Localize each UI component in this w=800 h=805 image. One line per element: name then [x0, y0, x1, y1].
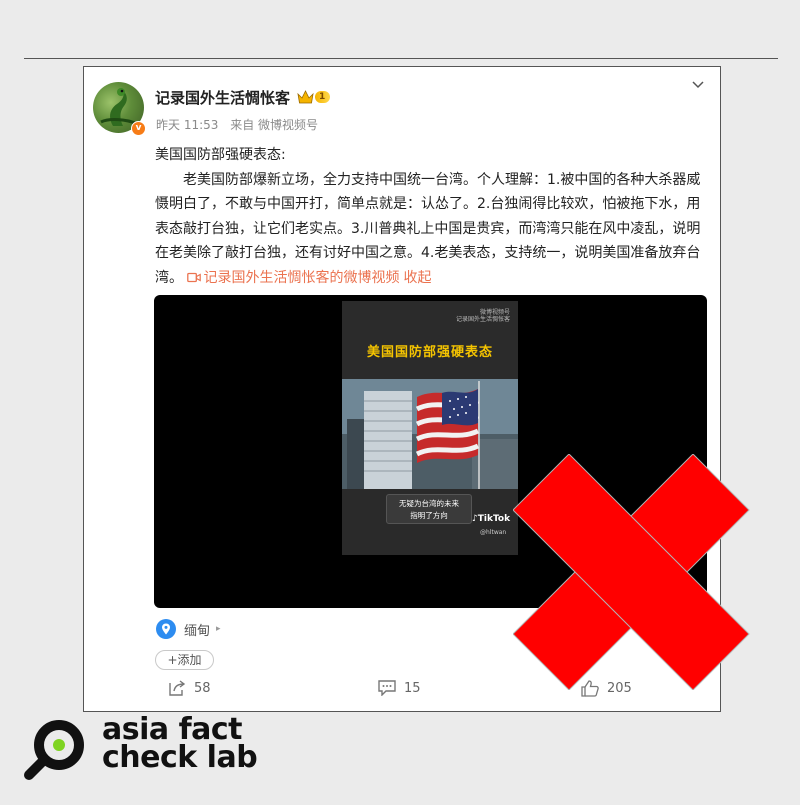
magnifier-logo-icon: [24, 720, 84, 780]
vip-badge[interactable]: 1: [297, 89, 331, 105]
brand-line-2: check lab: [102, 740, 258, 775]
post-content: 老美国防部爆新立场，全力支持中国统一台湾。个人理解：1.被中国的各种大杀器威慑明…: [155, 168, 711, 291]
post-source: 来自 微博视频号: [230, 118, 319, 132]
vip-level: 1: [315, 91, 331, 103]
crown-icon: [297, 90, 314, 104]
add-button[interactable]: +添加: [155, 650, 214, 670]
username[interactable]: 记录国外生活惆怅客: [155, 87, 290, 108]
tiktok-handle: @hltwan: [480, 529, 507, 536]
post-meta: 昨天 11:53 来自 微博视频号: [156, 116, 318, 133]
post-content-text: 老美国防部爆新立场，全力支持中国统一台湾。个人理解：1.被中国的各种大杀器威慑明…: [155, 171, 701, 286]
location-label: 缅甸: [184, 623, 211, 639]
share-icon: [169, 680, 186, 696]
location-tag[interactable]: 缅甸 ▸: [156, 619, 221, 639]
flag-photo: [342, 379, 518, 489]
post-time[interactable]: 昨天 11:53: [156, 118, 218, 132]
chevron-down-icon[interactable]: [692, 80, 704, 90]
post-title: 美国国防部强硬表态:: [155, 147, 286, 163]
video-caption: 无疑为台湾的未来 指明了方向: [386, 494, 472, 524]
video-frame-title: 美国国防部强硬表态: [366, 345, 493, 360]
red-x-icon: [513, 454, 750, 690]
video-thumbnail: 微博视频号 记录国外生活惆怅客 美国国防部强硬表态 无疑为台湾的未来 指明了方向…: [342, 301, 518, 555]
video-camera-icon: [187, 272, 202, 282]
top-divider: [24, 58, 778, 59]
verified-badge: v: [131, 121, 146, 136]
tiktok-logo: ♪TikTok: [472, 514, 511, 524]
comment-icon: [378, 680, 396, 696]
comment-count: 15: [404, 680, 421, 696]
weibo-video-logo: 微博视频号 记录国外生活惆怅客: [455, 309, 510, 323]
share-count: 58: [194, 680, 211, 696]
brand-name: asia fact check lab: [102, 715, 258, 775]
post-text: 美国国防部强硬表态: 老美国防部爆新立场，全力支持中国统一台湾。个人理解：1.被…: [155, 143, 711, 290]
collapse-link[interactable]: 收起: [403, 270, 431, 286]
share-button[interactable]: 58: [169, 680, 211, 696]
chevron-right-icon: ▸: [216, 624, 221, 634]
video-link-label: 记录国外生活惆怅客的微博视频: [203, 269, 400, 286]
comment-button[interactable]: 15: [378, 680, 421, 696]
location-pin-icon: [156, 619, 176, 639]
video-link[interactable]: 记录国外生活惆怅客的微博视频: [187, 270, 399, 286]
